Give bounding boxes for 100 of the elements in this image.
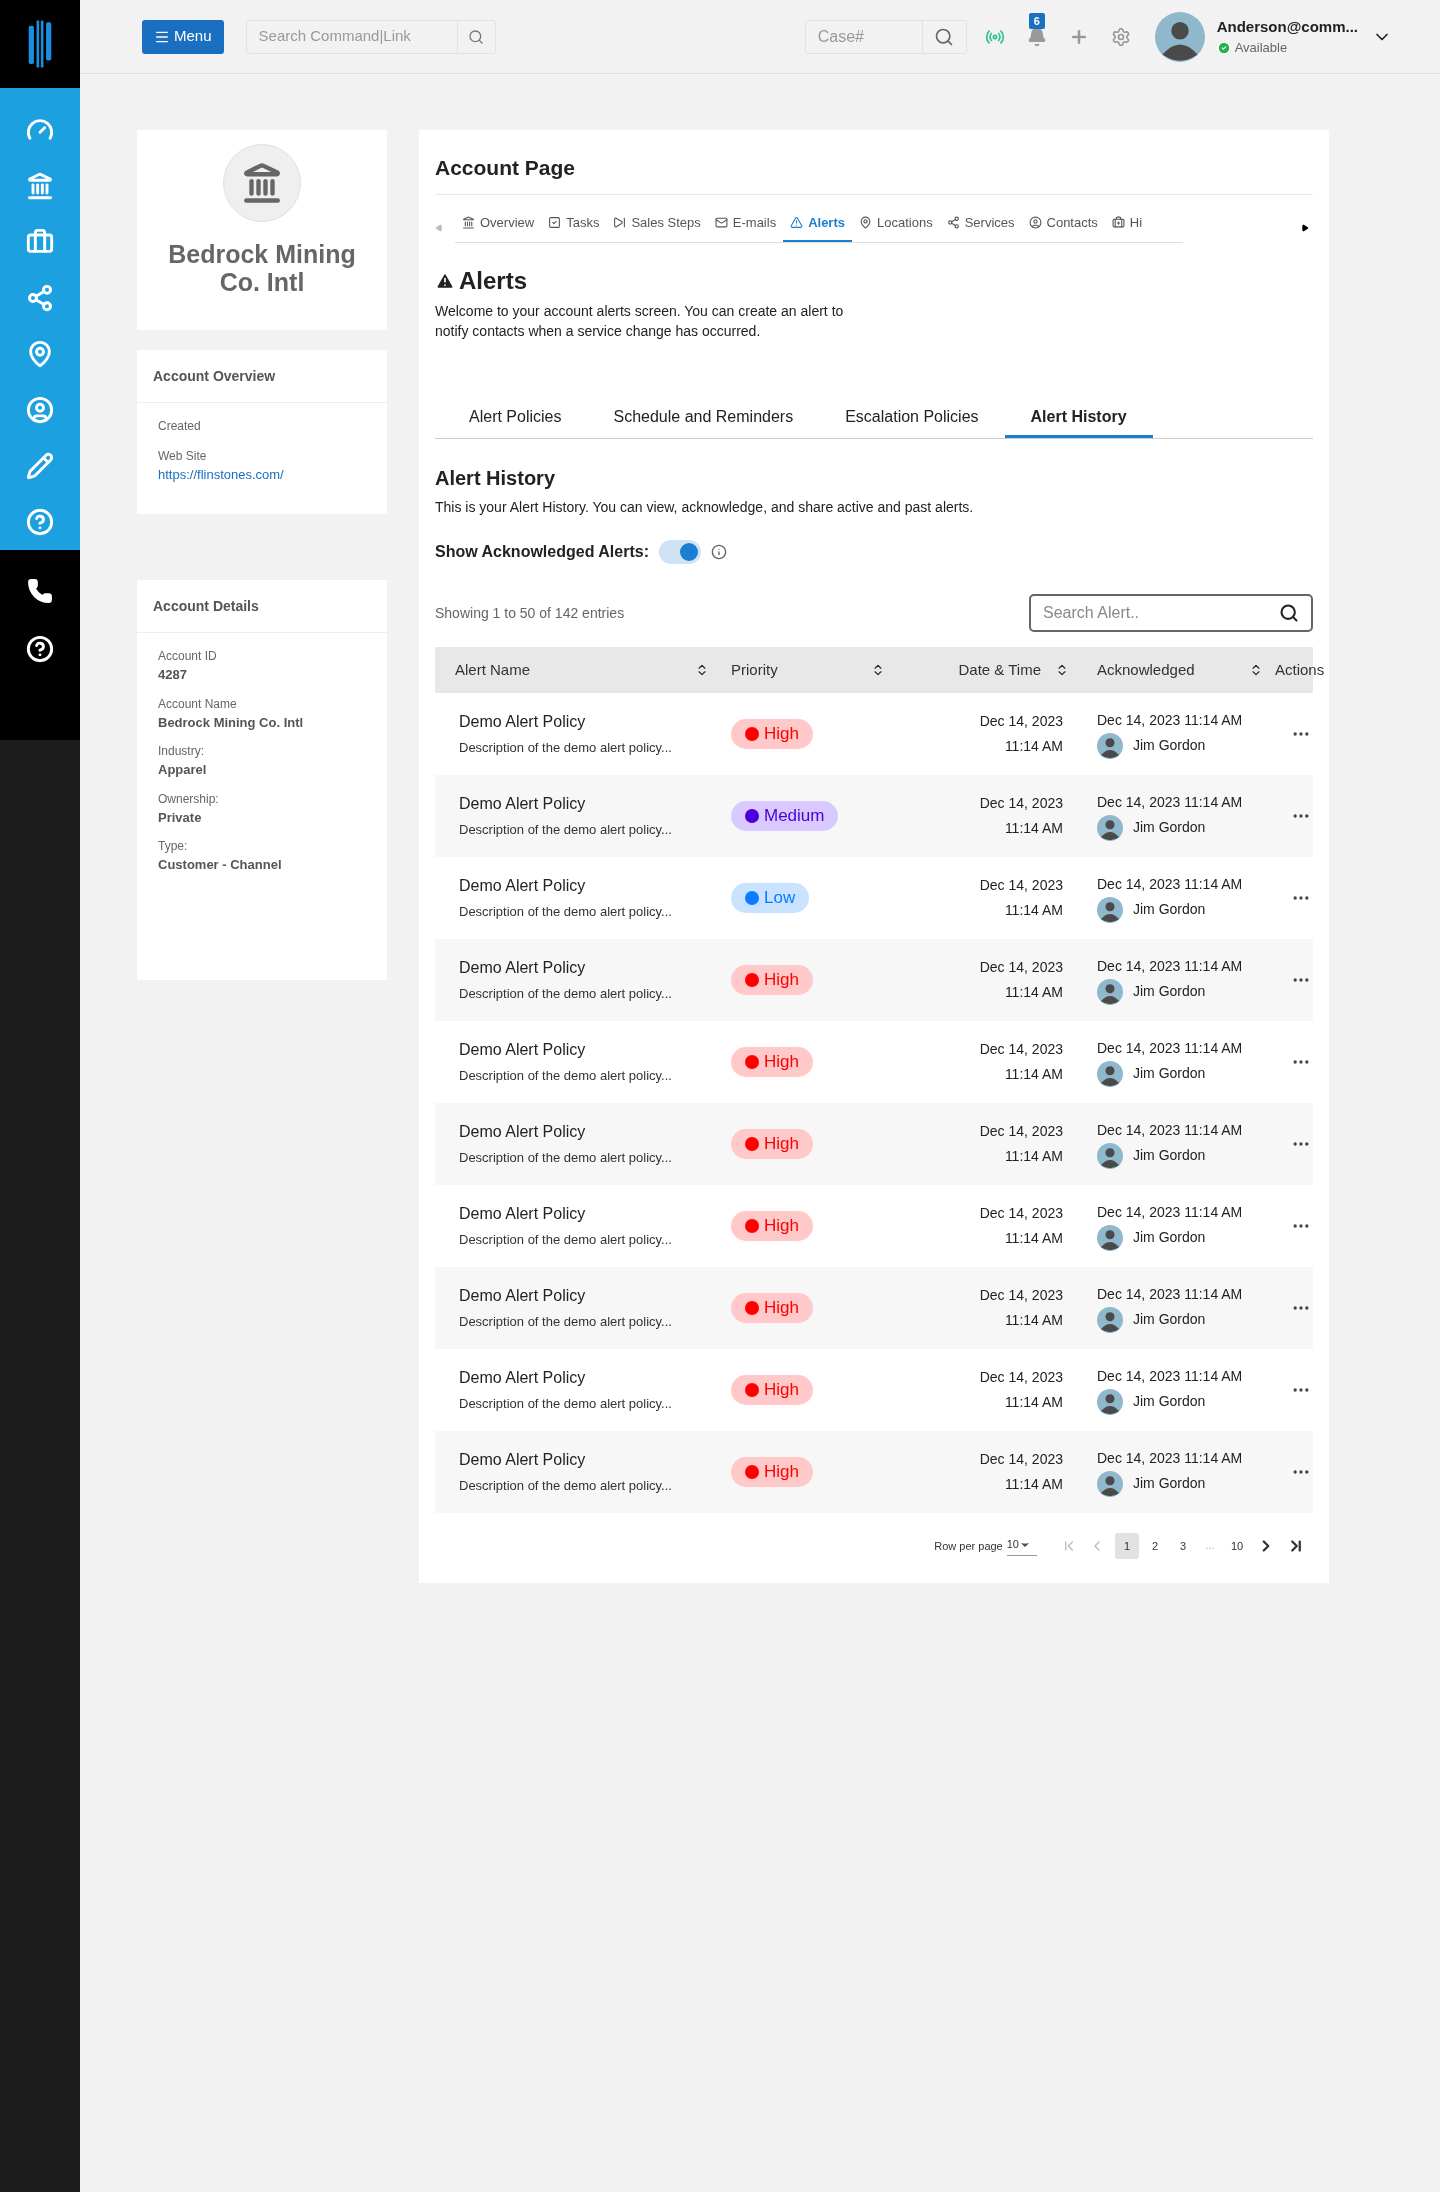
acknowledged-time: Dec 14, 2023 11:14 AM (1097, 1284, 1244, 1304)
alert-date: Dec 14, 2023 (979, 958, 1063, 977)
user-avatar (1097, 732, 1123, 759)
user-avatar (1097, 1306, 1123, 1333)
field-label: Created (158, 418, 202, 435)
menu-button[interactable]: Menu (142, 19, 224, 54)
sub-tab[interactable]: Schedule and Reminders (587, 405, 820, 438)
nav-tab[interactable]: Locations (852, 212, 940, 242)
rows-per-page-select[interactable]: 10 (1006, 1536, 1037, 1556)
alert-date: Dec 14, 2023 (979, 1368, 1063, 1387)
alert-name: Demo Alert Policy (459, 794, 587, 815)
bank-icon[interactable] (26, 172, 54, 200)
search-input[interactable]: Search Command|Link (246, 25, 457, 48)
acknowledged-by: Jim Gordon (1133, 1064, 1206, 1083)
user-name[interactable]: Anderson@comm... (1216, 15, 1358, 38)
settings-icon[interactable] (1110, 26, 1131, 47)
column-header[interactable]: Actions (1275, 658, 1325, 682)
toggle-switch[interactable] (658, 540, 701, 564)
map-pin-icon (859, 215, 872, 229)
acknowledged-time: Dec 14, 2023 11:14 AM (1097, 1202, 1244, 1222)
nav-tab[interactable]: E-mails (707, 212, 784, 242)
user-icon[interactable] (26, 396, 54, 424)
warning-icon (790, 215, 804, 229)
column-header[interactable]: Date & Time (958, 658, 1041, 682)
search-icon[interactable] (1279, 603, 1299, 623)
nav-tab[interactable]: Hi (1104, 212, 1150, 242)
case-search-input[interactable]: Case# (805, 24, 922, 49)
entries-count: Showing 1 to 50 of 142 entries (435, 603, 625, 623)
help-icon[interactable] (26, 635, 54, 663)
nav-tab[interactable]: Services (939, 212, 1022, 242)
page-button[interactable]: 1 (1115, 1533, 1139, 1559)
logo-icon[interactable] (27, 18, 53, 70)
alert-time: 11:14 AM (1004, 1311, 1063, 1330)
phone-icon[interactable] (27, 578, 53, 604)
acknowledged-time: Dec 14, 2023 11:14 AM (1097, 874, 1244, 894)
priority-tag: High (731, 1129, 813, 1159)
share-icon[interactable] (26, 284, 54, 312)
alert-time: 11:14 AM (1004, 1475, 1063, 1494)
alert-name: Demo Alert Policy (459, 876, 587, 897)
step-icon (613, 215, 627, 229)
alert-description: Description of the demo alert policy... (459, 1477, 673, 1496)
briefcase-icon[interactable] (26, 228, 54, 256)
sub-tab[interactable]: Alert History (1004, 405, 1153, 438)
user-avatar (1097, 1060, 1123, 1087)
field-value: Private (158, 808, 203, 827)
alert-search-input[interactable]: Search Alert.. (1043, 601, 1279, 625)
alert-date: Dec 14, 2023 (979, 1040, 1063, 1059)
acknowledged-by: Jim Gordon (1133, 1228, 1206, 1247)
alert-time: 11:14 AM (1004, 1393, 1063, 1412)
website-link[interactable]: https://flinstones.com/ (158, 465, 366, 485)
map-pin-icon[interactable] (26, 340, 54, 368)
bell-icon[interactable] (1026, 26, 1047, 47)
case-search-field[interactable]: Case# (804, 19, 967, 54)
nav-tab[interactable]: Sales Steps (606, 212, 708, 242)
info-icon[interactable] (710, 544, 727, 560)
panel-title: Account Details (153, 598, 259, 614)
alert-date: Dec 14, 2023 (979, 712, 1063, 731)
nav-tab[interactable]: Alerts (783, 212, 852, 242)
mail-icon (714, 215, 728, 229)
alert-name: Demo Alert Policy (459, 1368, 587, 1389)
acknowledged-time: Dec 14, 2023 11:14 AM (1097, 1038, 1244, 1058)
field-label: Account ID (158, 648, 218, 665)
alert-search-field[interactable]: Search Alert.. (1029, 594, 1313, 632)
column-header[interactable]: Priority (731, 658, 778, 682)
alert-name: Demo Alert Policy (459, 1450, 587, 1471)
acknowledged-by: Jim Gordon (1133, 982, 1206, 1001)
alert-date: Dec 14, 2023 (979, 1450, 1063, 1469)
sub-tab[interactable]: Escalation Policies (819, 405, 1005, 438)
account-name: Bedrock Mining Co. Intl (167, 240, 357, 296)
sub-tab[interactable]: Alert Policies (443, 405, 588, 438)
acknowledged-time: Dec 14, 2023 11:14 AM (1097, 792, 1244, 812)
nav-tab[interactable]: Overview (455, 212, 542, 242)
alert-description: Description of the demo alert policy... (459, 1067, 673, 1086)
field-value: 4287 (158, 666, 188, 684)
alert-description: Description of the demo alert policy... (459, 1395, 673, 1414)
scroll-right-icon[interactable] (1301, 223, 1309, 232)
field-label: Web Site (158, 448, 208, 465)
pencil-icon[interactable] (26, 452, 54, 480)
column-header[interactable]: Alert Name (455, 658, 531, 682)
field-value: Bedrock Mining Co. Intl (158, 713, 305, 732)
page-title: Account Page (435, 156, 576, 179)
alert-time: 11:14 AM (1004, 737, 1063, 756)
column-header[interactable]: Acknowledged (1097, 658, 1195, 682)
nav-tab[interactable]: Contacts (1021, 212, 1105, 242)
alert-date: Dec 14, 2023 (979, 1286, 1063, 1305)
acknowledged-by: Jim Gordon (1133, 1310, 1206, 1329)
user-avatar (1097, 1224, 1123, 1251)
field-label: Type: (158, 838, 189, 855)
priority-tag: High (731, 1457, 813, 1487)
nav-tab[interactable]: Tasks (541, 212, 607, 242)
acknowledged-time: Dec 14, 2023 11:14 AM (1097, 1120, 1244, 1140)
alert-description: Description of the demo alert policy... (459, 903, 673, 922)
alert-name: Demo Alert Policy (459, 958, 587, 979)
priority-tag: High (731, 1211, 813, 1241)
acknowledged-by: Jim Gordon (1133, 736, 1206, 755)
alert-time: 11:14 AM (1004, 1065, 1063, 1084)
alert-date: Dec 14, 2023 (979, 794, 1063, 813)
search-field[interactable]: Search Command|Link (245, 19, 496, 54)
priority-tag: High (731, 719, 813, 749)
alert-name: Demo Alert Policy (459, 1040, 587, 1061)
